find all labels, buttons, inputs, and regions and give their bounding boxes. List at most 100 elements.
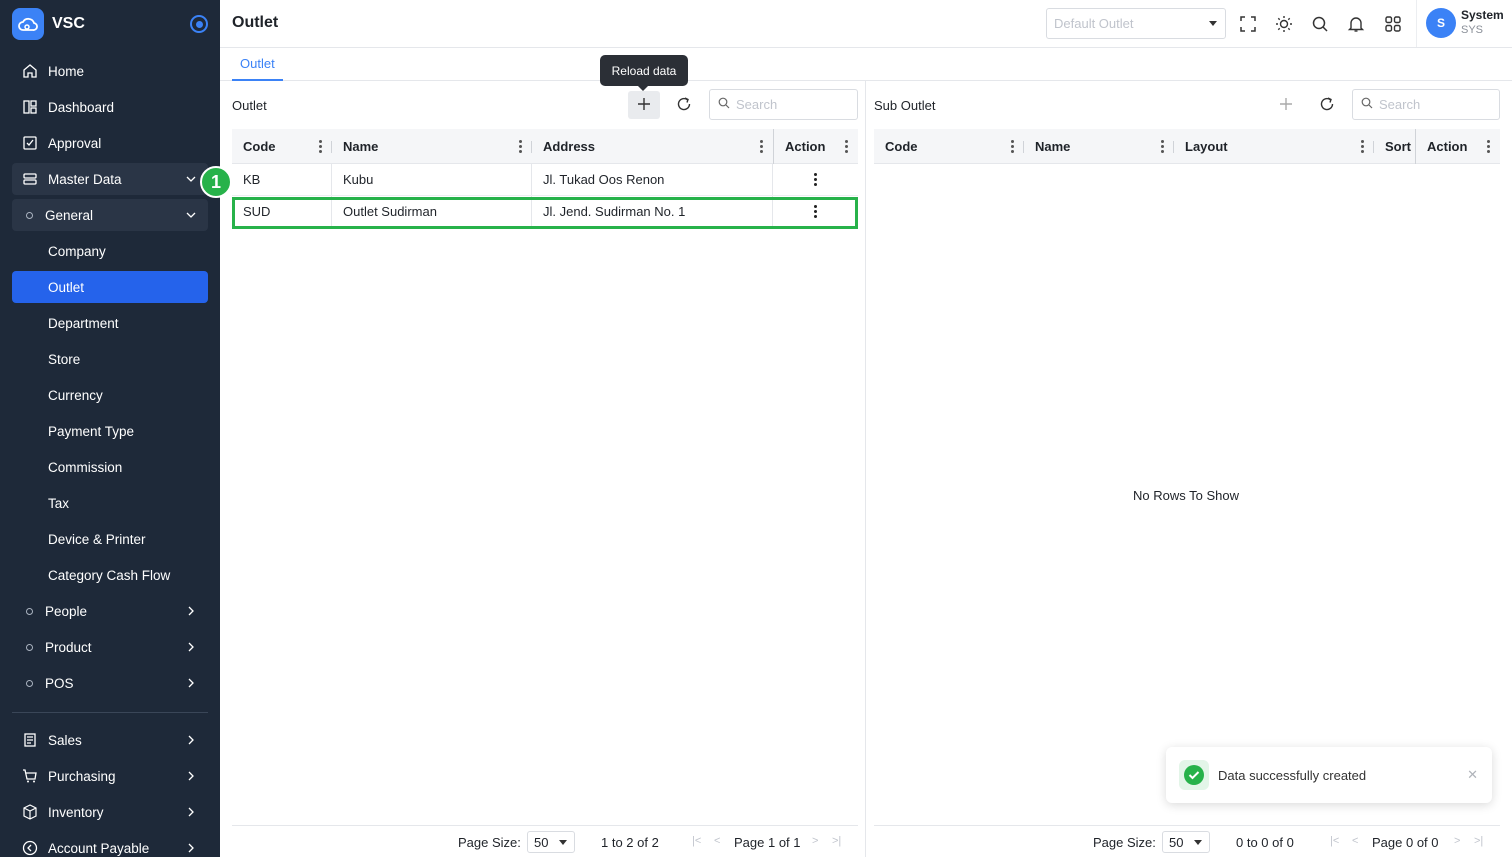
- sidebar-item-inventory[interactable]: Inventory: [12, 796, 208, 828]
- column-header-address[interactable]: Address: [532, 129, 773, 164]
- avatar[interactable]: S: [1426, 8, 1456, 38]
- cloud-logo-icon: [12, 8, 44, 40]
- last-page-icon[interactable]: >|: [832, 835, 841, 847]
- sidebar-item-company[interactable]: Company: [12, 235, 208, 267]
- success-check-icon: [1179, 760, 1209, 790]
- sidebar-item-tax[interactable]: Tax: [12, 487, 208, 519]
- search-icon[interactable]: [1309, 13, 1331, 35]
- cell-code: SUD: [232, 196, 332, 227]
- sub-outlet-search[interactable]: [1352, 89, 1500, 120]
- sidebar-item-label: Home: [48, 63, 85, 79]
- reload-sub-outlet-button[interactable]: [1311, 91, 1343, 119]
- sidebar-item-general[interactable]: General: [12, 199, 208, 231]
- outlet-search[interactable]: [709, 89, 858, 120]
- sidebar-toggle-icon[interactable]: [190, 15, 208, 33]
- sidebar-item-device-printer[interactable]: Device & Printer: [12, 523, 208, 555]
- close-icon[interactable]: ✕: [1467, 767, 1478, 783]
- sidebar-item-store[interactable]: Store: [12, 343, 208, 375]
- first-page-icon[interactable]: |<: [692, 835, 701, 847]
- sidebar-item-dashboard[interactable]: Dashboard: [12, 91, 208, 123]
- sub-outlet-grid-header: Code Name Layout Sort Action: [874, 129, 1500, 164]
- sidebar-item-account-payable[interactable]: Account Payable: [12, 832, 208, 857]
- caret-down-icon: [1194, 840, 1202, 845]
- page-size-value: 50: [1169, 835, 1184, 850]
- fullscreen-icon[interactable]: [1237, 13, 1259, 35]
- column-menu-icon[interactable]: [845, 140, 848, 155]
- sidebar-item-home[interactable]: Home: [12, 55, 208, 87]
- page-size-select[interactable]: 50: [1162, 831, 1210, 853]
- circle-bullet-icon: [26, 643, 33, 651]
- prev-page-icon[interactable]: <: [1352, 835, 1358, 847]
- sub-outlet-pagination: Page Size: 50 0 to 0 of 0 |< < Page 0 of…: [874, 825, 1500, 857]
- success-toast: Data successfully created ✕: [1166, 747, 1492, 803]
- tab-outlet[interactable]: Outlet: [232, 56, 283, 81]
- theme-sun-icon[interactable]: [1273, 13, 1295, 35]
- chevron-right-icon: [184, 676, 198, 690]
- column-menu-icon[interactable]: [319, 140, 322, 155]
- apps-grid-icon[interactable]: [1382, 13, 1404, 35]
- column-menu-icon[interactable]: [1361, 140, 1364, 155]
- sub-outlet-search-input[interactable]: [1379, 97, 1479, 112]
- plus-icon: [637, 97, 651, 114]
- sidebar-item-outlet[interactable]: Outlet: [12, 271, 208, 303]
- column-header-label: Address: [543, 139, 596, 154]
- circle-bullet-icon: [26, 607, 33, 615]
- add-outlet-button[interactable]: [628, 91, 660, 119]
- reload-tooltip: Reload data: [600, 55, 688, 91]
- sidebar-item-sales[interactable]: Sales: [12, 724, 208, 756]
- row-actions-icon[interactable]: [814, 173, 817, 188]
- sidebar-item-product[interactable]: Product: [12, 631, 208, 663]
- column-menu-icon[interactable]: [1011, 140, 1014, 155]
- column-header-action[interactable]: Action: [773, 129, 858, 164]
- sidebar-item-master-data[interactable]: Master Data: [12, 163, 208, 195]
- sidebar-item-currency[interactable]: Currency: [12, 379, 208, 411]
- column-header-name[interactable]: Name: [332, 129, 532, 164]
- cart-icon: [20, 766, 40, 786]
- bell-icon[interactable]: [1345, 13, 1367, 35]
- row-actions-icon[interactable]: [814, 205, 817, 220]
- sidebar-item-department[interactable]: Department: [12, 307, 208, 339]
- outlet-select[interactable]: Default Outlet: [1046, 8, 1226, 39]
- column-menu-icon[interactable]: [760, 140, 763, 155]
- chevron-right-icon: [184, 640, 198, 654]
- prev-page-icon[interactable]: <: [714, 835, 720, 847]
- sidebar-item-people[interactable]: People: [12, 595, 208, 627]
- column-header-sort[interactable]: Sort: [1374, 129, 1415, 164]
- sidebar-item-commission[interactable]: Commission: [12, 451, 208, 483]
- column-header-action[interactable]: Action: [1415, 129, 1500, 164]
- chevron-down-icon: [184, 208, 198, 222]
- cell-address: Jl. Tukad Oos Renon: [532, 164, 773, 195]
- column-menu-icon[interactable]: [519, 140, 522, 155]
- column-header-code[interactable]: Code: [232, 129, 332, 164]
- column-header-code[interactable]: Code: [874, 129, 1024, 164]
- last-page-icon[interactable]: >|: [1474, 835, 1483, 847]
- outlet-search-input[interactable]: [736, 97, 836, 112]
- page-indicator: Page 1 of 1: [734, 835, 801, 850]
- column-menu-icon[interactable]: [1161, 140, 1164, 155]
- toast-message: Data successfully created: [1218, 768, 1367, 783]
- page-title: Outlet: [232, 14, 279, 31]
- first-page-icon[interactable]: |<: [1330, 835, 1339, 847]
- column-header-label: Code: [885, 139, 918, 154]
- reload-outlet-button[interactable]: [668, 91, 700, 119]
- plus-icon: [1279, 97, 1293, 114]
- table-row[interactable]: KB Kubu Jl. Tukad Oos Renon: [232, 164, 858, 196]
- page-size-select[interactable]: 50: [527, 831, 575, 853]
- sidebar-item-payment-type[interactable]: Payment Type: [12, 415, 208, 447]
- sidebar: VSC Home Dashboard Approval Master Data …: [0, 0, 220, 857]
- table-row[interactable]: SUD Outlet Sudirman Jl. Jend. Sudirman N…: [232, 196, 858, 228]
- page-indicator: Page 0 of 0: [1372, 835, 1439, 850]
- column-menu-icon[interactable]: [1487, 140, 1490, 155]
- add-sub-outlet-button[interactable]: [1270, 91, 1302, 119]
- sidebar-item-category-cash-flow[interactable]: Category Cash Flow: [12, 559, 208, 591]
- sidebar-item-approval[interactable]: Approval: [12, 127, 208, 159]
- cell-name: Kubu: [332, 164, 532, 195]
- sidebar-item-purchasing[interactable]: Purchasing: [12, 760, 208, 792]
- chevron-right-icon: [184, 805, 198, 819]
- column-header-layout[interactable]: Layout: [1174, 129, 1374, 164]
- column-header-label: Sort: [1385, 139, 1411, 154]
- next-page-icon[interactable]: >: [812, 835, 818, 847]
- column-header-name[interactable]: Name: [1024, 129, 1174, 164]
- sidebar-item-pos[interactable]: POS: [12, 667, 208, 699]
- next-page-icon[interactable]: >: [1454, 835, 1460, 847]
